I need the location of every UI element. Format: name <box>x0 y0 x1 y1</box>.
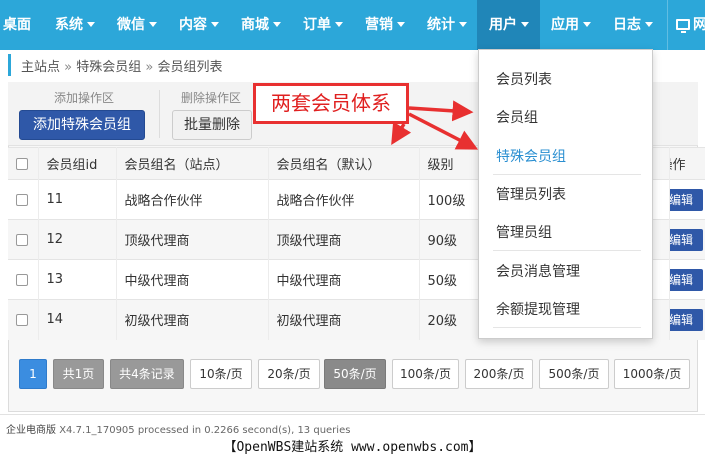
column-header-action: 操作 <box>669 147 705 180</box>
page-size-500[interactable]: 500条/页 <box>539 359 609 389</box>
caret-down-icon <box>211 22 219 27</box>
nav-label: 应用 <box>551 17 579 33</box>
nav-stats[interactable]: 统计 <box>427 0 467 50</box>
breadcrumb-separator: » <box>145 60 154 75</box>
footer-divider <box>0 414 705 415</box>
nav-label: 日志 <box>613 17 641 33</box>
nav-shop[interactable]: 商城 <box>241 0 281 50</box>
column-header-id[interactable]: 会员组id <box>38 147 117 180</box>
menu-divider <box>493 174 641 175</box>
nav-marketing[interactable]: 营销 <box>365 0 405 50</box>
nav-label: 统计 <box>427 17 455 33</box>
cell-site-name: 顶级代理商 <box>116 219 269 260</box>
nav-label: 用户 <box>489 17 517 33</box>
page-size-100[interactable]: 100条/页 <box>392 359 459 389</box>
caret-down-icon <box>273 22 281 27</box>
page-1-button[interactable]: 1 <box>19 359 47 389</box>
nav-label: 桌面 <box>3 17 31 33</box>
menu-divider <box>493 327 641 328</box>
toolbar-divider <box>159 90 160 138</box>
caret-down-icon <box>87 22 95 27</box>
menu-item-member-group[interactable]: 会员组 <box>496 107 538 127</box>
nav-label: 网 <box>693 17 705 33</box>
batch-delete-button[interactable]: 批量删除 <box>172 110 252 140</box>
nav-logs[interactable]: 日志 <box>613 0 653 50</box>
nav-apps[interactable]: 应用 <box>551 0 591 50</box>
caret-down-icon <box>583 22 591 27</box>
cell-site-name: 初级代理商 <box>116 299 269 340</box>
edit-button[interactable]: 编辑 <box>669 308 703 331</box>
annotation-box: 两套会员体系 <box>253 83 409 124</box>
select-all-checkbox[interactable] <box>16 157 28 170</box>
cell-site-name: 战略合作伙伴 <box>116 179 269 220</box>
page-size-1000[interactable]: 1000条/页 <box>614 359 690 389</box>
cell-site-name: 中级代理商 <box>116 259 269 300</box>
cell-default-name: 中级代理商 <box>268 259 420 300</box>
nav-content[interactable]: 内容 <box>179 0 219 50</box>
nav-label: 系统 <box>55 17 83 33</box>
total-records: 共4条记录 <box>110 359 184 389</box>
nav-label: 订单 <box>303 17 331 33</box>
cell-default-name: 顶级代理商 <box>268 219 420 260</box>
cell-id: 13 <box>38 259 117 300</box>
page-size-20[interactable]: 20条/页 <box>258 359 320 389</box>
nav-label: 营销 <box>365 17 393 33</box>
caret-down-icon <box>521 22 529 27</box>
menu-item-member-list[interactable]: 会员列表 <box>496 69 552 89</box>
delete-group-label: 删除操作区 <box>181 91 242 105</box>
nav-desktop[interactable]: 桌面 <box>3 0 31 50</box>
caret-down-icon <box>397 22 405 27</box>
total-pages: 共1页 <box>53 359 104 389</box>
add-special-group-button[interactable]: 添加特殊会员组 <box>19 110 145 140</box>
menu-item-special-member-group[interactable]: 特殊会员组 <box>496 146 566 166</box>
edit-button[interactable]: 编辑 <box>669 268 703 291</box>
cell-default-name: 初级代理商 <box>268 299 420 340</box>
footer-info: X4.7.1_170905 processed in 0.2266 second… <box>59 425 351 436</box>
nav-orders[interactable]: 订单 <box>303 0 343 50</box>
menu-divider <box>493 250 641 251</box>
breadcrumb-level1[interactable]: 特殊会员组 <box>76 60 141 75</box>
nav-label: 内容 <box>179 17 207 33</box>
breadcrumb-level2: 会员组列表 <box>157 60 223 75</box>
menu-item-balance-withdrawal[interactable]: 余额提现管理 <box>496 299 580 319</box>
caret-down-icon <box>645 22 653 27</box>
menu-item-admin-group[interactable]: 管理员组 <box>496 222 552 242</box>
breadcrumb-separator: » <box>64 60 73 75</box>
users-dropdown-menu: 会员列表 会员组 特殊会员组 管理员列表 管理员组 会员消息管理 余额提现管理 <box>478 49 653 339</box>
page-size-200[interactable]: 200条/页 <box>465 359 533 389</box>
nav-wechat[interactable]: 微信 <box>117 0 157 50</box>
column-header-site-name[interactable]: 会员组名（站点） <box>116 147 269 180</box>
nav-label: 商城 <box>241 17 269 33</box>
site-caption: 【OpenWBS建站系统 www.openwbs.com】 <box>223 440 482 455</box>
row-checkbox[interactable] <box>16 233 28 246</box>
footer: 企业电商版 X4.7.1_170905 processed in 0.2266 … <box>6 421 350 436</box>
cell-id: 12 <box>38 219 117 260</box>
caret-down-icon <box>335 22 343 27</box>
top-nav: 桌面 系统 微信 内容 商城 订单 营销 统计 用户 应用 日志 网 <box>0 0 705 50</box>
row-checkbox[interactable] <box>16 313 28 326</box>
nav-users[interactable]: 用户 <box>477 0 540 50</box>
row-checkbox[interactable] <box>16 273 28 286</box>
menu-item-member-messages[interactable]: 会员消息管理 <box>496 261 580 281</box>
nav-system[interactable]: 系统 <box>55 0 95 50</box>
cell-id: 11 <box>38 179 117 220</box>
page-size-10[interactable]: 10条/页 <box>190 359 252 389</box>
nav-label: 微信 <box>117 17 145 33</box>
cell-id: 14 <box>38 299 117 340</box>
monitor-icon <box>676 19 690 33</box>
breadcrumb-home[interactable]: 主站点 <box>21 60 60 75</box>
add-group-label: 添加操作区 <box>54 91 115 105</box>
cell-default-name: 战略合作伙伴 <box>268 179 420 220</box>
menu-item-admin-list[interactable]: 管理员列表 <box>496 184 566 204</box>
annotation-text: 两套会员体系 <box>271 91 391 115</box>
edit-button[interactable]: 编辑 <box>669 228 703 251</box>
caret-down-icon <box>149 22 157 27</box>
row-checkbox[interactable] <box>16 193 28 206</box>
page-size-50[interactable]: 50条/页 <box>324 359 386 389</box>
edit-button[interactable]: 编辑 <box>669 188 703 211</box>
caret-down-icon <box>459 22 467 27</box>
column-header-default-name[interactable]: 会员组名（默认） <box>268 147 420 180</box>
nav-website[interactable]: 网 <box>667 0 705 50</box>
footer-edition: 企业电商版 <box>6 425 56 436</box>
